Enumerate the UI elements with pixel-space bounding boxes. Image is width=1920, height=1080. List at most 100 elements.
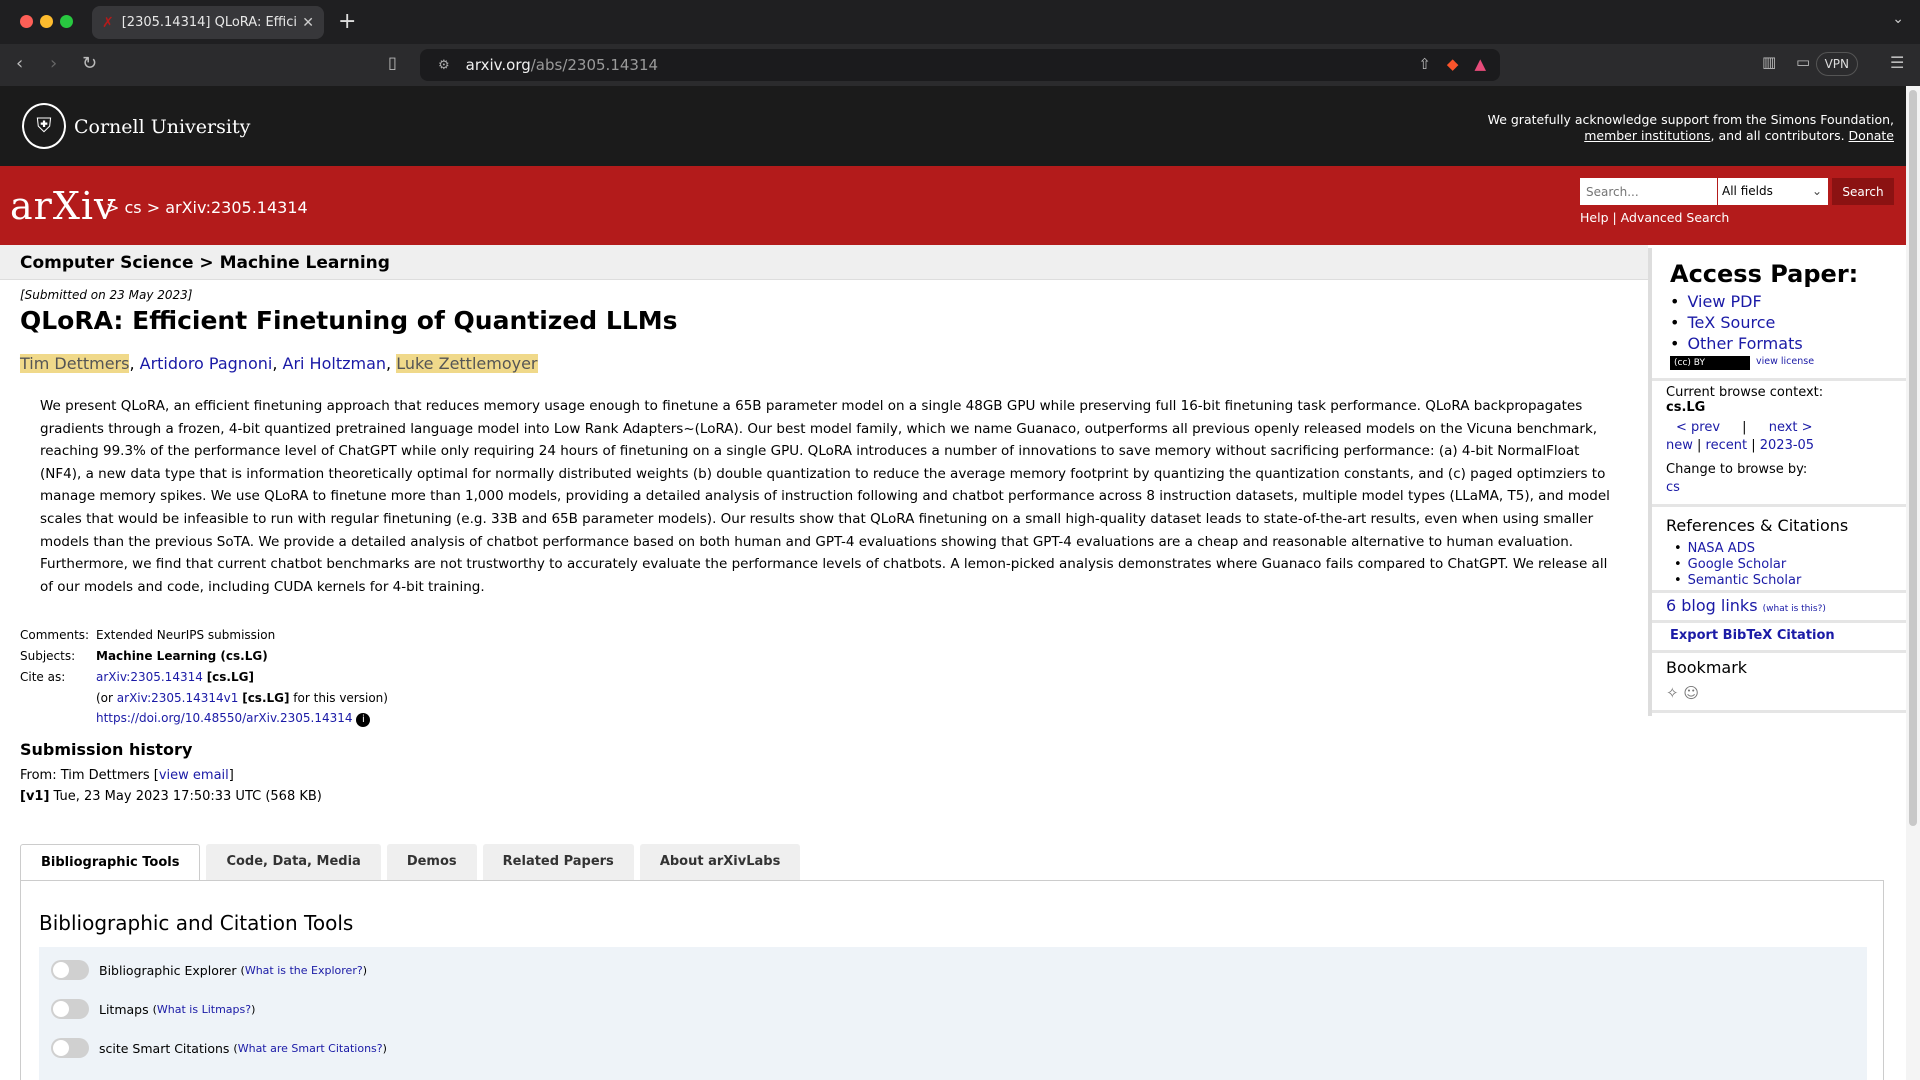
version-v1: [v1] Tue, 23 May 2023 17:50:33 UTC (568 … <box>20 789 322 804</box>
tools-panel: Bibliographic and Citation Tools Bibliog… <box>20 880 1884 1080</box>
share-icon[interactable]: ⇧ <box>1418 55 1431 73</box>
vpn-button[interactable]: VPN <box>1815 52 1858 76</box>
tool-row: Litmaps (What is Litmaps?) <box>51 998 255 1020</box>
view-license-link[interactable]: view license <box>1756 356 1814 367</box>
reload-icon[interactable]: ↻ <box>82 53 97 74</box>
view-pdf-link[interactable]: View PDF <box>1687 292 1761 311</box>
maximize-window-button[interactable] <box>60 15 73 28</box>
blog-links-link[interactable]: 6 blog links <box>1666 596 1758 615</box>
submission-from: From: Tim Dettmers [view email] <box>20 768 234 783</box>
new-link[interactable]: new <box>1666 438 1693 453</box>
divider <box>1652 378 1908 381</box>
cornell-header: ⛨ Cornell University We gratefully ackno… <box>0 86 1906 166</box>
info-icon[interactable]: i <box>356 712 371 727</box>
browse-context-label: Current browse context: <box>1666 385 1824 400</box>
prev-link[interactable]: < prev <box>1676 420 1720 435</box>
comments-value: Extended NeurIPS submission <box>96 627 276 642</box>
divider <box>1652 504 1908 507</box>
tab-bibliographic-tools[interactable]: Bibliographic Tools <box>20 844 201 881</box>
brave-shield-icon[interactable]: ◆ <box>1447 55 1459 73</box>
version-label: [v1] <box>20 789 50 804</box>
tool-help-link[interactable]: What is the Explorer? <box>245 964 363 977</box>
arxiv-logo[interactable]: arXiv <box>10 184 117 228</box>
reddit-icon[interactable]: ☺ <box>1683 684 1699 702</box>
scrollbar-thumb[interactable] <box>1909 90 1917 826</box>
tab-demos[interactable]: Demos <box>386 844 477 880</box>
browser-nav-bar: ‹ › ↻ ▯ ⚙ arxiv.org /abs/2305.14314 ⇧ ◆ … <box>0 44 1920 86</box>
tool-label: Litmaps <box>99 1001 149 1017</box>
search-button[interactable]: Search <box>1832 178 1894 205</box>
menu-icon[interactable]: ☰ <box>1890 53 1904 72</box>
page-scrollbar[interactable] <box>1906 86 1920 1080</box>
arxiv-header: arXiv > cs > arXiv:2305.14314 All fields… <box>0 166 1906 245</box>
view-email-link[interactable]: view email <box>159 768 229 783</box>
help-link[interactable]: Help <box>1580 210 1609 225</box>
cite-v1-link[interactable]: arXiv:2305.14314v1 <box>117 691 239 705</box>
panel-title: Bibliographic and Citation Tools <box>39 911 354 935</box>
cc-license-badge[interactable]: (cc) BY <box>1670 356 1750 370</box>
url-host: arxiv.org <box>465 56 531 74</box>
export-bibtex-link[interactable]: Export BibTeX Citation <box>1670 628 1835 643</box>
sidebar-toggle-icon[interactable]: ▥ <box>1762 53 1776 71</box>
member-institutions-link[interactable]: member institutions <box>1584 128 1710 143</box>
bookmark-title: Bookmark <box>1666 658 1748 677</box>
tex-source-link[interactable]: TeX Source <box>1687 313 1775 332</box>
next-link[interactable]: next > <box>1769 420 1813 435</box>
site-settings-icon[interactable]: ⚙ <box>438 58 450 73</box>
search-field-select[interactable]: All fields ⌄ <box>1718 178 1828 205</box>
wallet-icon[interactable]: ▭ <box>1796 53 1810 71</box>
semantic-scholar-link[interactable]: Semantic Scholar <box>1688 573 1802 588</box>
divider <box>1652 650 1908 653</box>
abstract: We present QLoRA, an efficient finetunin… <box>40 398 1610 595</box>
tab-about-arxivlabs[interactable]: About arXivLabs <box>639 844 801 880</box>
tool-help-link[interactable]: What are Smart Citations? <box>238 1042 383 1055</box>
tool-help-link[interactable]: What is Litmaps? <box>157 1003 251 1016</box>
browser-tab[interactable]: ✗ [2305.14314] QLoRA: Efficien ✕ <box>92 6 324 39</box>
arxiv-favicon-icon: ✗ <box>102 14 114 31</box>
google-scholar-link[interactable]: Google Scholar <box>1688 557 1787 572</box>
new-tab-icon[interactable]: + <box>338 9 356 34</box>
advanced-search-link[interactable]: Advanced Search <box>1621 210 1730 225</box>
author-link[interactable]: Artidoro Pagnoni <box>140 354 273 373</box>
recent-link[interactable]: recent <box>1706 438 1748 453</box>
blog-help-link[interactable]: (what is this?) <box>1763 604 1826 614</box>
cornell-name[interactable]: Cornell University <box>74 116 250 138</box>
litmaps-toggle[interactable] <box>51 999 89 1019</box>
scite-toggle[interactable] <box>51 1038 89 1058</box>
divider <box>1652 710 1908 713</box>
close-window-button[interactable] <box>20 15 33 28</box>
month-link[interactable]: 2023-05 <box>1760 438 1814 453</box>
donate-link[interactable]: Donate <box>1849 128 1894 143</box>
author-link[interactable]: Luke Zettlemoyer <box>396 354 537 373</box>
explorer-toggle[interactable] <box>51 960 89 980</box>
support-mid: , and all contributors. <box>1710 128 1845 143</box>
browse-context-value: cs.LG <box>1666 400 1706 415</box>
access-paper-title: Access Paper: <box>1670 260 1859 288</box>
submitted-date: [Submitted on 23 May 2023] <box>20 288 193 302</box>
nasa-ads-link[interactable]: NASA ADS <box>1688 541 1755 556</box>
minimize-window-button[interactable] <box>40 15 53 28</box>
bookmark-icons: ✧ ☺ <box>1666 684 1699 702</box>
cornell-seal-icon[interactable]: ⛨ <box>22 103 66 149</box>
address-bar[interactable]: ⚙ arxiv.org /abs/2305.14314 ⇧ ◆ ▲ <box>420 49 1500 81</box>
tools-tabs: Bibliographic Tools Code, Data, Media De… <box>20 844 801 881</box>
browse-cs-link[interactable]: cs <box>1666 480 1680 495</box>
brave-rewards-icon[interactable]: ▲ <box>1474 55 1486 73</box>
bibsonomy-icon[interactable]: ✧ <box>1666 684 1679 702</box>
tab-related-papers[interactable]: Related Papers <box>482 844 634 880</box>
search-input[interactable] <box>1580 178 1717 205</box>
bookmark-icon[interactable]: ▯ <box>388 53 397 72</box>
change-browse-label: Change to browse by: <box>1666 462 1808 477</box>
close-tab-icon[interactable]: ✕ <box>302 15 314 31</box>
back-icon[interactable]: ‹ <box>16 53 23 74</box>
other-formats-link[interactable]: Other Formats <box>1687 334 1802 353</box>
metadata-table: Comments: Extended NeurIPS submission Sub… <box>20 624 388 729</box>
forward-icon[interactable]: › <box>50 53 57 74</box>
cite-id-link[interactable]: arXiv:2305.14314 <box>96 670 203 684</box>
doi-link[interactable]: https://doi.org/10.48550/arXiv.2305.1431… <box>96 711 353 725</box>
version-info: Tue, 23 May 2023 17:50:33 UTC (568 KB) <box>49 789 322 804</box>
author-link[interactable]: Ari Holtzman <box>283 354 387 373</box>
tab-code-data-media[interactable]: Code, Data, Media <box>206 844 381 880</box>
chevron-down-icon[interactable]: ⌄ <box>1892 11 1904 27</box>
author-link[interactable]: Tim Dettmers <box>20 354 129 373</box>
